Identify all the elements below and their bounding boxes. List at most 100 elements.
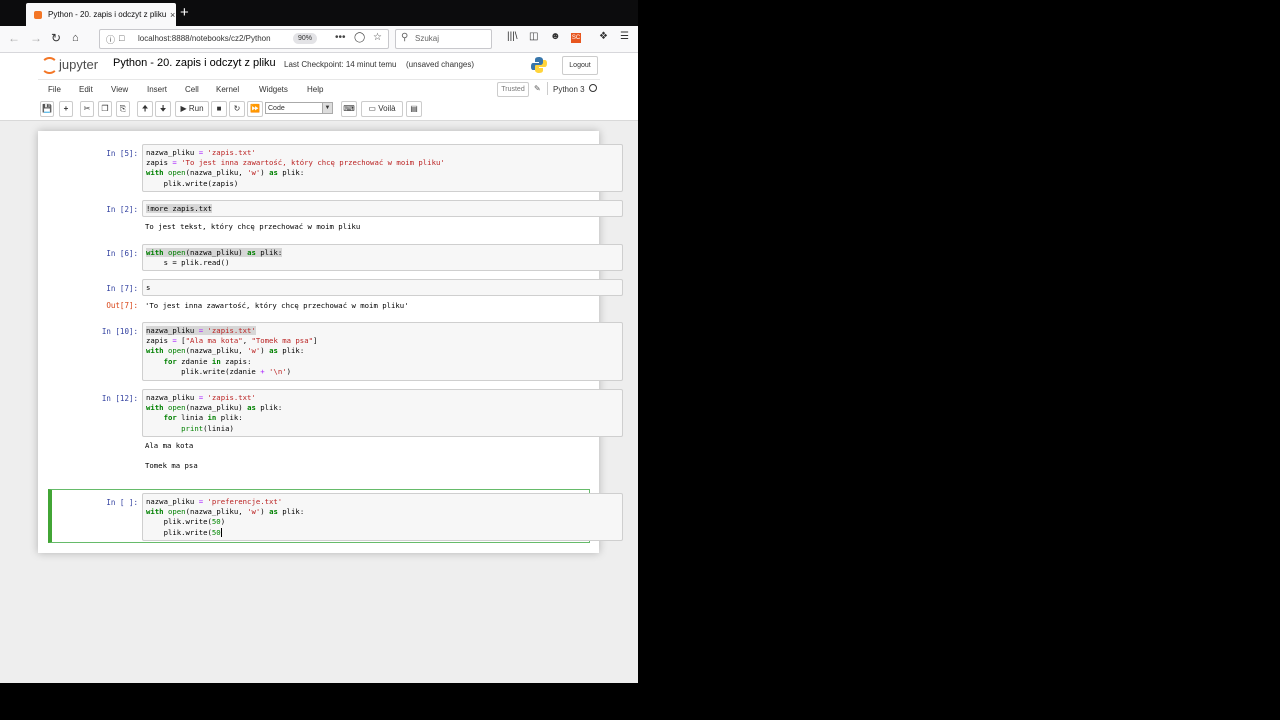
menu-cell[interactable]: Cell xyxy=(185,85,199,94)
site-info-icon[interactable]: ⓘ xyxy=(106,33,115,46)
hamburger-menu-icon[interactable]: ☰ xyxy=(620,31,629,42)
jupyter-logo[interactable]: jupyter xyxy=(40,55,104,74)
voila-label: Voilà xyxy=(378,104,396,113)
library-icon[interactable]: |||\ xyxy=(507,31,518,42)
keyboard-icon[interactable]: ⌨ xyxy=(341,101,357,117)
code-editor[interactable]: nazwa_pliku = 'zapis.txt' with open(nazw… xyxy=(142,389,623,437)
interrupt-icon[interactable]: ■ xyxy=(211,101,227,117)
navigation-bar: ← → ↻ ⌂ ⓘ □ localhost:8888/notebooks/cz2… xyxy=(0,26,638,53)
voila-button[interactable]: ▭ Voilà xyxy=(361,101,403,117)
code-text[interactable]: nazwa_pliku = 'zapis.txt' zapis = ["Ala … xyxy=(146,326,619,377)
insert-cell-icon[interactable]: + xyxy=(59,101,73,117)
restart-icon[interactable]: ↻ xyxy=(229,101,245,117)
pocket-icon[interactable]: ◯ xyxy=(354,32,365,43)
jupyter-favicon-icon xyxy=(34,10,42,19)
input-prompt: In [2]: xyxy=(106,205,138,214)
unsaved-changes-status: (unsaved changes) xyxy=(406,60,475,69)
cell-output: To jest tekst, który chcę przechować w m… xyxy=(145,222,361,231)
cell-type-select[interactable]: Code ▼ xyxy=(265,102,333,114)
extensions-puzzle-icon[interactable]: ❖ xyxy=(599,31,608,42)
search-placeholder: Szukaj xyxy=(415,34,440,43)
code-editor[interactable]: !more zapis.txt xyxy=(142,200,623,217)
move-down-icon[interactable]: 🠋 xyxy=(155,101,171,117)
code-editor[interactable]: nazwa_pliku = 'zapis.txt' zapis = 'To je… xyxy=(142,144,623,192)
code-text[interactable]: with open(nazwa_pliku) as plik: s = plik… xyxy=(146,248,619,268)
chevron-down-icon: ▼ xyxy=(322,103,332,113)
move-up-icon[interactable]: 🠉 xyxy=(137,101,153,117)
input-prompt: In [10]: xyxy=(101,327,138,336)
page-actions-icon[interactable]: ••• xyxy=(335,32,346,43)
input-prompt: In [5]: xyxy=(106,149,138,158)
search-icon: ⚲ xyxy=(401,32,409,43)
forward-icon[interactable]: → xyxy=(30,31,42,45)
logout-button[interactable]: Logout xyxy=(562,56,598,75)
checkpoint-status: Last Checkpoint: 14 minut temu xyxy=(284,60,397,69)
tab-strip: Python - 20. zapis i odczyt z pliku × + xyxy=(0,0,638,26)
cell-output-line: Ala ma kota xyxy=(145,441,194,450)
text-cursor xyxy=(220,527,222,537)
cut-icon[interactable]: ✂ xyxy=(80,101,94,117)
notebook-toolbar: 💾 + ✂ ❐ ⎘ 🠉 🠋 ▶ Run ■ ↻ ⏩ Code ▼ ⌨ ▭ Voi… xyxy=(38,100,600,118)
code-editor[interactable]: nazwa_pliku = 'preferencje.txt' with ope… xyxy=(142,493,623,541)
tab-title: Python - 20. zapis i odczyt z pliku xyxy=(48,10,166,19)
save-icon[interactable]: 💾 xyxy=(40,101,54,117)
bookmark-star-icon[interactable]: ☆ xyxy=(373,32,382,43)
jupyter-logo-text: jupyter xyxy=(59,57,99,72)
url-text[interactable]: localhost:8888/notebooks/cz2/Python xyxy=(138,34,288,43)
input-prompt: In [7]: xyxy=(106,284,138,293)
paste-icon[interactable]: ⎘ xyxy=(116,101,130,117)
kernel-name[interactable]: Python 3 xyxy=(553,85,585,94)
code-text[interactable]: nazwa_pliku = 'zapis.txt' zapis = 'To je… xyxy=(146,148,619,189)
python-logo-icon xyxy=(531,57,547,73)
notebook-title[interactable]: Python - 20. zapis i odczyt z pliku xyxy=(113,57,276,69)
input-prompt: In [6]: xyxy=(106,249,138,258)
menu-bar: File Edit View Insert Cell Kernel Widget… xyxy=(38,79,600,98)
browser-tab[interactable]: Python - 20. zapis i odczyt z pliku × xyxy=(26,3,176,26)
menu-view[interactable]: View xyxy=(111,85,128,94)
code-editor[interactable]: nazwa_pliku = 'zapis.txt' zapis = ["Ala … xyxy=(142,322,623,381)
url-bar[interactable]: ⓘ □ localhost:8888/notebooks/cz2/Python … xyxy=(99,29,389,49)
home-icon[interactable]: ⌂ xyxy=(72,31,79,45)
tab-close-icon[interactable]: × xyxy=(170,10,175,20)
jupyter-header: jupyter Python - 20. zapis i odczyt z pl… xyxy=(0,52,638,78)
code-text[interactable]: !more zapis.txt xyxy=(146,204,619,214)
search-bar[interactable]: ⚲ Szukaj xyxy=(395,29,492,49)
extension-icon[interactable]: SC xyxy=(571,33,581,43)
reload-icon[interactable]: ↻ xyxy=(51,31,61,45)
run-icon: ▶ xyxy=(180,104,187,113)
run-label: Run xyxy=(188,104,204,113)
code-editor[interactable]: s xyxy=(142,279,623,296)
code-text[interactable]: s xyxy=(146,283,619,293)
menu-file[interactable]: File xyxy=(48,85,61,94)
menu-insert[interactable]: Insert xyxy=(147,85,167,94)
code-editor[interactable]: with open(nazwa_pliku) as plik: s = plik… xyxy=(142,244,623,271)
notebook-area: In [5]: nazwa_pliku = 'zapis.txt' zapis … xyxy=(0,121,638,683)
run-button[interactable]: ▶ Run xyxy=(175,101,209,117)
code-text[interactable]: nazwa_pliku = 'preferencje.txt' with ope… xyxy=(146,497,619,538)
sidebar-icon[interactable]: ◫ xyxy=(529,31,538,42)
monitor-icon: ▭ xyxy=(368,104,376,113)
input-prompt: In [12]: xyxy=(101,394,138,403)
page-icon: □ xyxy=(119,33,125,43)
zoom-level[interactable]: 90% xyxy=(293,33,317,44)
menu-help[interactable]: Help xyxy=(307,85,323,94)
notebook-page: In [5]: nazwa_pliku = 'zapis.txt' zapis … xyxy=(38,131,623,553)
cell-output: 'To jest inna zawartość, który chcę prze… xyxy=(145,301,409,310)
edit-mode-pencil-icon: ✎ xyxy=(534,84,541,93)
cell-output-line: Tomek ma psa xyxy=(145,461,198,470)
cell-type-value: Code xyxy=(268,105,285,112)
menu-edit[interactable]: Edit xyxy=(79,85,93,94)
restart-run-all-icon[interactable]: ⏩ xyxy=(247,101,263,117)
menu-widgets[interactable]: Widgets xyxy=(259,85,288,94)
new-tab-icon[interactable]: + xyxy=(180,4,189,22)
browser-window: Python - 20. zapis i odczyt z pliku × + … xyxy=(0,0,638,683)
back-icon[interactable]: ← xyxy=(8,31,20,45)
copy-icon[interactable]: ❐ xyxy=(98,101,112,117)
account-icon[interactable]: ☻ xyxy=(550,31,561,42)
output-prompt: Out[7]: xyxy=(106,301,138,310)
chart-icon[interactable]: ▤ xyxy=(406,101,422,117)
code-text[interactable]: nazwa_pliku = 'zapis.txt' with open(nazw… xyxy=(146,393,619,434)
menu-kernel[interactable]: Kernel xyxy=(216,85,239,94)
kernel-divider xyxy=(547,82,548,95)
trusted-indicator[interactable]: Trusted xyxy=(497,82,529,97)
